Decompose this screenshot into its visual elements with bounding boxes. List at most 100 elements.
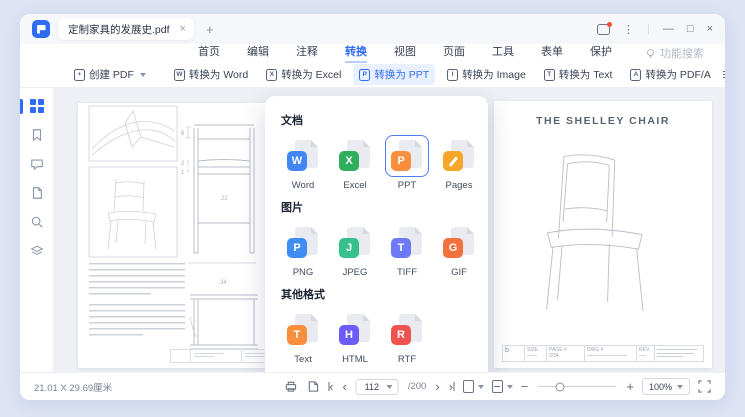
format-option-gif[interactable]: G GIF (437, 222, 481, 278)
pages-file-icon (443, 140, 475, 172)
menu-item-7[interactable]: 表单 (541, 43, 563, 63)
convert-label: 转换为 PDF/A (645, 69, 711, 81)
format-option-jpeg[interactable]: J JPEG (333, 222, 377, 278)
convert-button-0[interactable]: W 转换为 Word (168, 64, 254, 85)
page-number-box[interactable] (355, 378, 399, 395)
panel-sections: 文档 W Word X Excel P PPT Pages 图片 P PNG J JPEG T TIFF G G… (281, 112, 474, 365)
document-tab[interactable]: 定制家具的发展史.pdf × (58, 18, 194, 40)
menu-item-4[interactable]: 视图 (394, 43, 416, 63)
first-page-button[interactable]: ‹ (327, 380, 334, 393)
format-option-html[interactable]: H HTML (333, 309, 377, 365)
zoom-out-button[interactable]: − (521, 380, 529, 393)
status-bar: 21.01 X 29.69厘米 ‹ ‹ /200 › › (20, 372, 725, 400)
dimension-label: 6 (181, 131, 185, 137)
print-icon[interactable] (284, 380, 297, 393)
active-indicator (20, 99, 23, 114)
pdf-page-right[interactable]: THE SHELLEY CHAIR b SIZE PAGE # 2/34 DWG… (494, 101, 712, 368)
format-option-text[interactable]: T Text (281, 309, 325, 365)
convert-button-2[interactable]: P 转换为 PPT (353, 64, 436, 85)
zoom-in-button[interactable]: + (626, 380, 634, 393)
create-pdf-button[interactable]: + 创建 PDF (68, 64, 152, 85)
menu-bar: 首页 编辑 注释 转换 视图 页面 工具 表单 保护 功能搜索 (20, 43, 725, 63)
fit-screen-icon[interactable] (698, 380, 711, 393)
panel-grid-0: W Word X Excel P PPT Pages (281, 135, 474, 191)
snapshot-icon[interactable] (306, 380, 319, 393)
feature-search-label: 功能搜索 (660, 48, 704, 60)
minimize-button[interactable]: — (663, 23, 674, 35)
format-label: JPEG (342, 267, 368, 278)
pencil-icon (448, 155, 458, 167)
more-icon (722, 69, 725, 81)
search-icon[interactable] (29, 214, 45, 230)
convert-format-panel: 文档 W Word X Excel P PPT Pages 图片 P PNG J JPEG T TIFF G G… (265, 96, 488, 372)
dimension-label: 2 (181, 161, 185, 167)
tiff-file-icon: T (391, 227, 423, 259)
zoom-slider-knob[interactable] (555, 382, 565, 391)
convert-button-3[interactable]: I 转换为 Image (441, 64, 532, 85)
convert-button-1[interactable]: X 转换为 Excel (260, 64, 347, 85)
menu-item-2[interactable]: 注释 (296, 43, 318, 63)
convert-button-5[interactable]: A 转换为 PDF/A (624, 64, 716, 85)
chevron-down-icon (477, 384, 484, 389)
page-view-mode-button[interactable] (462, 380, 484, 393)
format-label: Pages (445, 180, 473, 191)
text-file-icon: T (287, 314, 319, 346)
zoom-level-value: 100% (648, 381, 672, 392)
convert-icon: P (359, 68, 371, 81)
comment-icon[interactable] (29, 156, 45, 172)
last-page-button[interactable]: › (449, 380, 455, 393)
close-button[interactable]: × (707, 23, 713, 35)
tab-close-icon[interactable]: × (180, 23, 186, 35)
format-label: Word (291, 180, 315, 191)
convert-button-4[interactable]: T 转换为 Text (538, 64, 619, 85)
png-file-icon: P (287, 227, 319, 259)
rev-label: REV (639, 347, 650, 353)
page-number-input[interactable] (361, 381, 382, 392)
panel-section-title-1: 图片 (281, 202, 303, 214)
thumbnails-panel-icon[interactable] (29, 98, 45, 114)
zoom-slider[interactable] (538, 382, 617, 391)
dwg-label: DWG # (587, 347, 604, 353)
menu-item-5[interactable]: 页面 (443, 43, 465, 63)
menu-item-6[interactable]: 工具 (492, 43, 514, 63)
fit-width-icon (491, 380, 503, 393)
document-viewport[interactable]: 6 2 1 22 34 THE SHELLEY CHAIR b SIZE PAG… (54, 88, 725, 372)
format-option-word[interactable]: W Word (281, 135, 325, 191)
chevron-down-icon (139, 72, 146, 77)
menu-item-8[interactable]: 保护 (590, 43, 612, 63)
layers-icon[interactable] (29, 243, 45, 259)
panel-section-title-2: 其他格式 (281, 289, 325, 301)
panel-grid-2: T Text H HTML R RTF (281, 309, 472, 365)
fit-mode-button[interactable] (491, 380, 513, 393)
share-notification-icon[interactable] (597, 21, 613, 35)
menu-item-0[interactable]: 首页 (198, 43, 220, 63)
bookmark-icon[interactable] (29, 127, 45, 143)
more-options-icon[interactable]: ⋮ (623, 23, 634, 36)
left-sidebar (20, 88, 54, 372)
lightbulb-icon (647, 48, 654, 58)
menu-item-3[interactable]: 转换 (345, 43, 367, 63)
format-option-excel[interactable]: X Excel (333, 135, 377, 191)
menu-item-1[interactable]: 编辑 (247, 43, 269, 63)
zoom-level-select[interactable]: 100% (641, 378, 690, 395)
format-option-tiff[interactable]: T TIFF (385, 222, 429, 278)
previous-page-button[interactable]: ‹ (343, 380, 347, 393)
new-tab-button[interactable]: + (206, 22, 214, 37)
format-option-pages[interactable]: Pages (437, 135, 481, 191)
gif-file-icon: G (443, 227, 475, 259)
create-pdf-icon: + (74, 68, 85, 81)
title-block-corner: b (503, 346, 525, 361)
format-option-png[interactable]: P PNG (281, 222, 325, 278)
next-page-button[interactable]: › (435, 380, 439, 393)
maximize-button[interactable]: □ (687, 23, 694, 35)
page-navigation: ‹ ‹ /200 › › (284, 373, 455, 400)
divider: | (647, 23, 650, 35)
feature-search[interactable]: 功能搜索 (645, 45, 704, 61)
title-block: b SIZE PAGE # 2/34 DWG # REV (502, 345, 704, 362)
page-heading: THE SHELLEY CHAIR (536, 115, 670, 127)
format-option-ppt[interactable]: P PPT (385, 135, 429, 191)
format-option-rtf[interactable]: R RTF (385, 309, 429, 365)
page-icon[interactable] (29, 185, 45, 201)
toolbar-convert-group: W 转换为 Word X 转换为 Excel P 转换为 PPT I 转换为 Image T 转换… (168, 64, 717, 85)
more-button[interactable]: 更多 (717, 64, 725, 85)
